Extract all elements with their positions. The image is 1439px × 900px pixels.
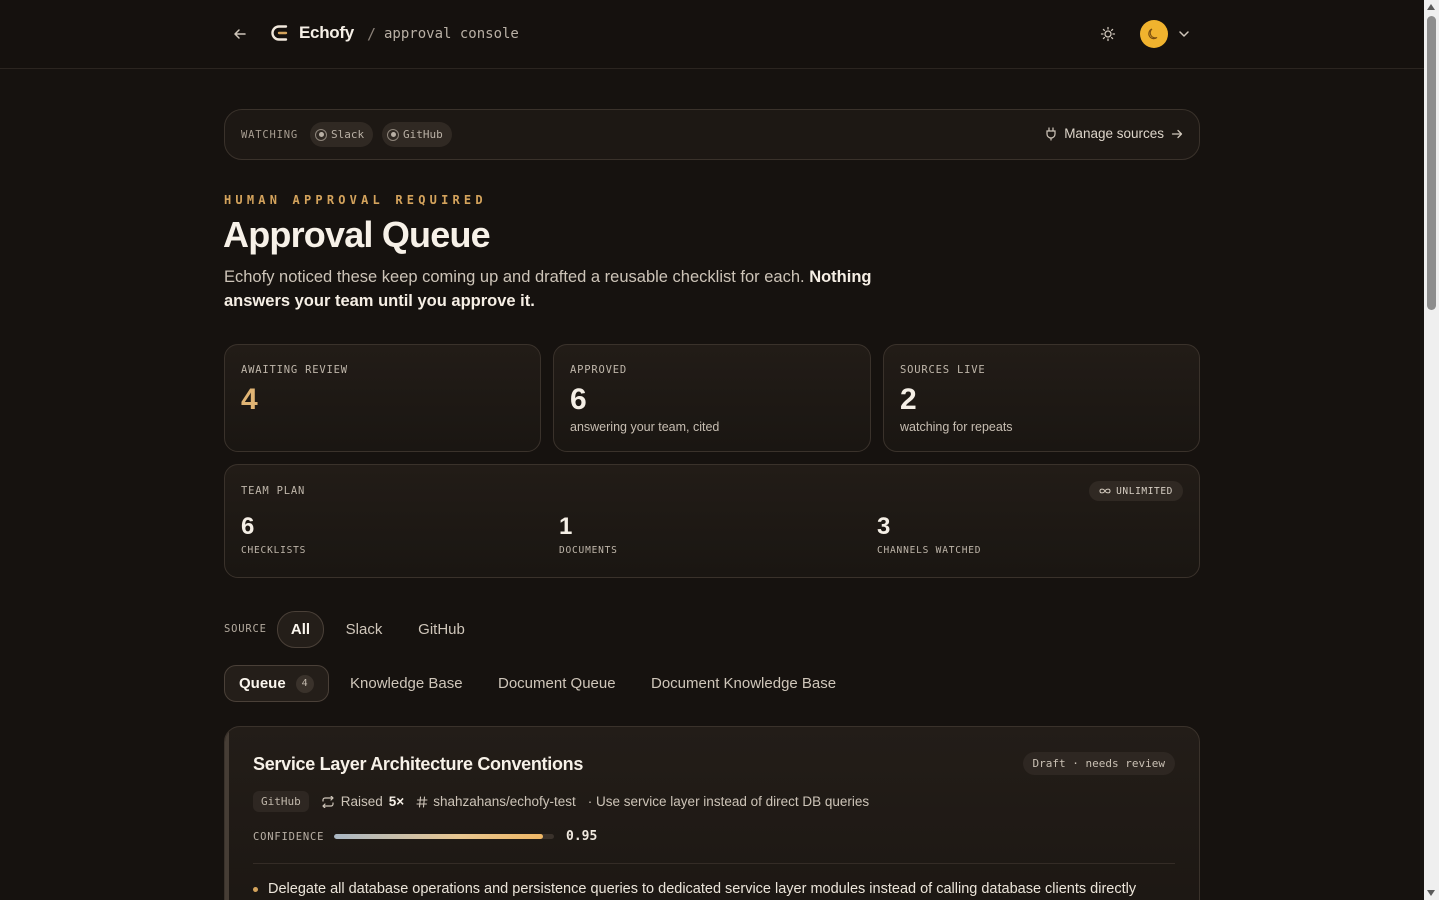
plug-icon xyxy=(1046,126,1056,141)
repeat-icon xyxy=(322,795,334,808)
checklist-item: Delegate all database operations and per… xyxy=(253,881,1136,897)
bullet-dot-icon xyxy=(253,886,258,892)
top-bar: Echofy / approval console xyxy=(0,0,1424,69)
chip-label: Slack xyxy=(331,128,365,141)
raised-count: Raised 5× xyxy=(321,794,404,809)
tab-document-knowledge-base[interactable]: Document Knowledge Base xyxy=(651,665,836,702)
queue-item-summary: · Use service layer instead of direct DB… xyxy=(587,794,870,809)
chip-label: GitHub xyxy=(403,128,443,141)
plan-metric-value: 3 xyxy=(877,513,891,540)
source-filter-github[interactable]: GitHub xyxy=(412,611,471,648)
watching-label: WATCHING xyxy=(241,129,298,141)
arrow-left-icon xyxy=(234,29,246,39)
source-chip-slack[interactable]: Slack xyxy=(310,122,374,147)
plan-metric-channels: 3 CHANNELS WATCHED xyxy=(877,513,981,556)
stat-label: SOURCES LIVE xyxy=(900,364,986,376)
team-plan-card: TEAM PLAN UNLIMITED 6 CHECKLISTS 1 DOCUM… xyxy=(224,464,1200,578)
stat-subtext: answering your team, cited xyxy=(570,420,720,434)
card-divider xyxy=(253,863,1175,864)
avatar[interactable] xyxy=(1140,20,1168,48)
scroll-thumb[interactable] xyxy=(1427,16,1436,310)
tab-knowledge-base[interactable]: Knowledge Base xyxy=(350,665,463,702)
tab-queue[interactable]: Queue 4 xyxy=(224,665,329,702)
stat-value: 2 xyxy=(900,383,917,416)
manage-sources-link[interactable]: Manage sources xyxy=(1045,126,1183,141)
confidence-bar xyxy=(334,834,554,839)
tab-document-queue[interactable]: Document Queue xyxy=(498,665,616,702)
stat-card-approved: APPROVED 6 answering your team, cited xyxy=(553,344,871,452)
manage-sources-label: Manage sources xyxy=(1064,126,1164,141)
unlimited-label: UNLIMITED xyxy=(1116,485,1173,497)
moon-icon xyxy=(1148,28,1158,40)
stat-value: 6 xyxy=(570,383,587,416)
tab-label: Queue xyxy=(239,675,286,692)
page-scrollbar[interactable] xyxy=(1424,0,1439,900)
source-filter-label: SOURCE xyxy=(224,623,267,635)
status-dot-icon xyxy=(315,128,327,141)
scroll-up-arrow[interactable] xyxy=(1427,4,1435,10)
source-chip-github[interactable]: GitHub xyxy=(382,122,452,147)
source-badge: GitHub xyxy=(253,791,309,812)
sun-icon xyxy=(1100,26,1116,42)
stat-label: AWAITING REVIEW xyxy=(241,364,348,376)
source-filter-all[interactable]: All xyxy=(277,611,324,648)
repo-name: shahzahans/echofy-test xyxy=(433,794,576,809)
arrow-right-icon xyxy=(1171,129,1183,138)
page-subtitle: Echofy noticed these keep coming up and … xyxy=(224,265,914,313)
status-badge: Draft · needs review xyxy=(1022,752,1175,775)
breadcrumb-separator: / xyxy=(367,25,377,43)
eyebrow-label: HUMAN APPROVAL REQUIRED xyxy=(224,193,487,207)
confidence-value: 0.95 xyxy=(566,829,598,844)
status-dot-icon xyxy=(387,128,399,141)
back-button[interactable] xyxy=(229,23,251,45)
raised-value: 5× xyxy=(388,794,405,809)
plan-metric-value: 1 xyxy=(559,513,573,540)
watching-bar: WATCHING Slack GitHub Manage sources xyxy=(224,109,1200,160)
brand-name: Echofy xyxy=(299,23,354,42)
queue-item-meta: GitHub Raised 5× shahzahans/echofy-test … xyxy=(253,791,869,812)
confidence-label: CONFIDENCE xyxy=(253,831,325,843)
raised-label: Raised xyxy=(340,794,383,809)
repo-link[interactable]: shahzahans/echofy-test xyxy=(416,794,576,809)
stat-value: 4 xyxy=(241,383,258,416)
source-filter-slack[interactable]: Slack xyxy=(340,611,388,648)
card-accent-bar xyxy=(225,727,229,900)
plan-metric-documents: 1 DOCUMENTS xyxy=(559,513,618,556)
hash-icon xyxy=(416,795,428,808)
stat-card-sources: SOURCES LIVE 2 watching for repeats xyxy=(883,344,1200,452)
plan-label: TEAM PLAN xyxy=(241,485,306,497)
theme-toggle-button[interactable] xyxy=(1097,23,1119,45)
plan-metric-value: 6 xyxy=(241,513,255,540)
plan-metric-caption: DOCUMENTS xyxy=(559,545,618,556)
infinity-icon xyxy=(1099,488,1111,494)
brand-logo[interactable]: Echofy xyxy=(271,23,354,43)
plan-metric-caption: CHANNELS WATCHED xyxy=(877,545,982,556)
stat-subtext: watching for repeats xyxy=(900,420,1013,434)
confidence-bar-fill xyxy=(334,834,543,839)
subtitle-text: Echofy noticed these keep coming up and … xyxy=(224,268,810,286)
page-title: Approval Queue xyxy=(223,214,491,255)
echofy-logo-icon xyxy=(271,25,288,41)
plan-metric-checklists: 6 CHECKLISTS xyxy=(241,513,306,556)
stat-label: APPROVED xyxy=(570,364,627,376)
queue-item-title[interactable]: Service Layer Architecture Conventions xyxy=(253,754,583,775)
breadcrumb: approval console xyxy=(384,26,519,42)
checklist-item-text: Delegate all database operations and per… xyxy=(268,881,1137,897)
tab-count-badge: 4 xyxy=(295,674,314,693)
scroll-down-arrow[interactable] xyxy=(1427,890,1435,896)
plan-metric-caption: CHECKLISTS xyxy=(241,545,307,556)
stat-card-awaiting: AWAITING REVIEW 4 xyxy=(224,344,541,452)
unlimited-badge: UNLIMITED xyxy=(1089,481,1183,501)
queue-item-card[interactable]: Service Layer Architecture Conventions D… xyxy=(224,726,1200,900)
chevron-down-icon[interactable] xyxy=(1176,26,1192,42)
